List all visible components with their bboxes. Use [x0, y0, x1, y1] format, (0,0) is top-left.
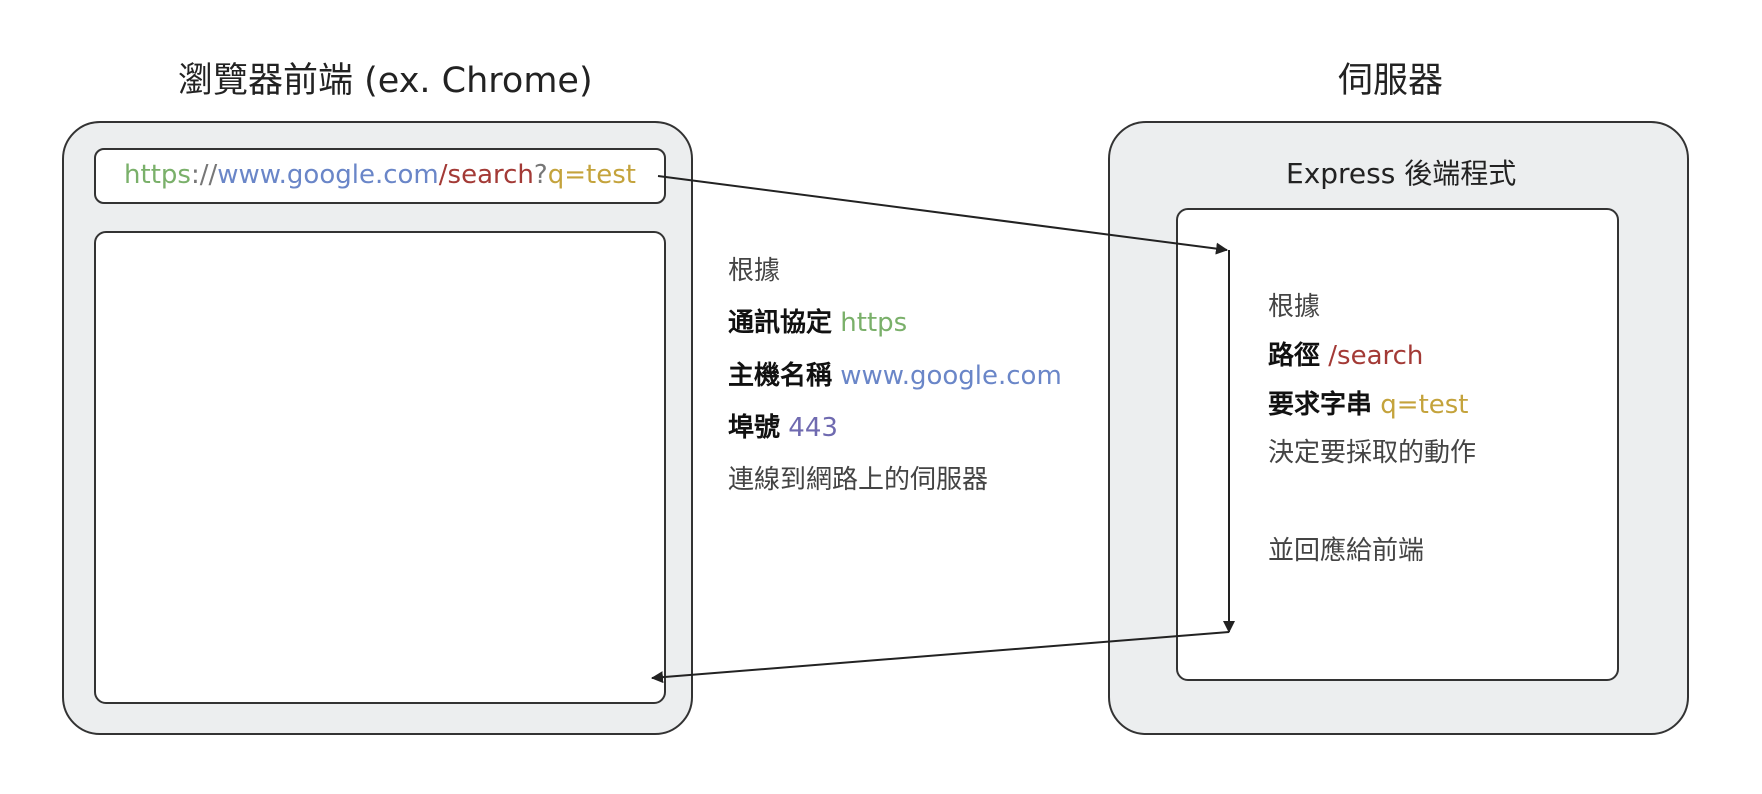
flow-arrows [651, 175, 1235, 684]
response-arrow [651, 631, 1230, 684]
request-arrow [657, 175, 1228, 255]
